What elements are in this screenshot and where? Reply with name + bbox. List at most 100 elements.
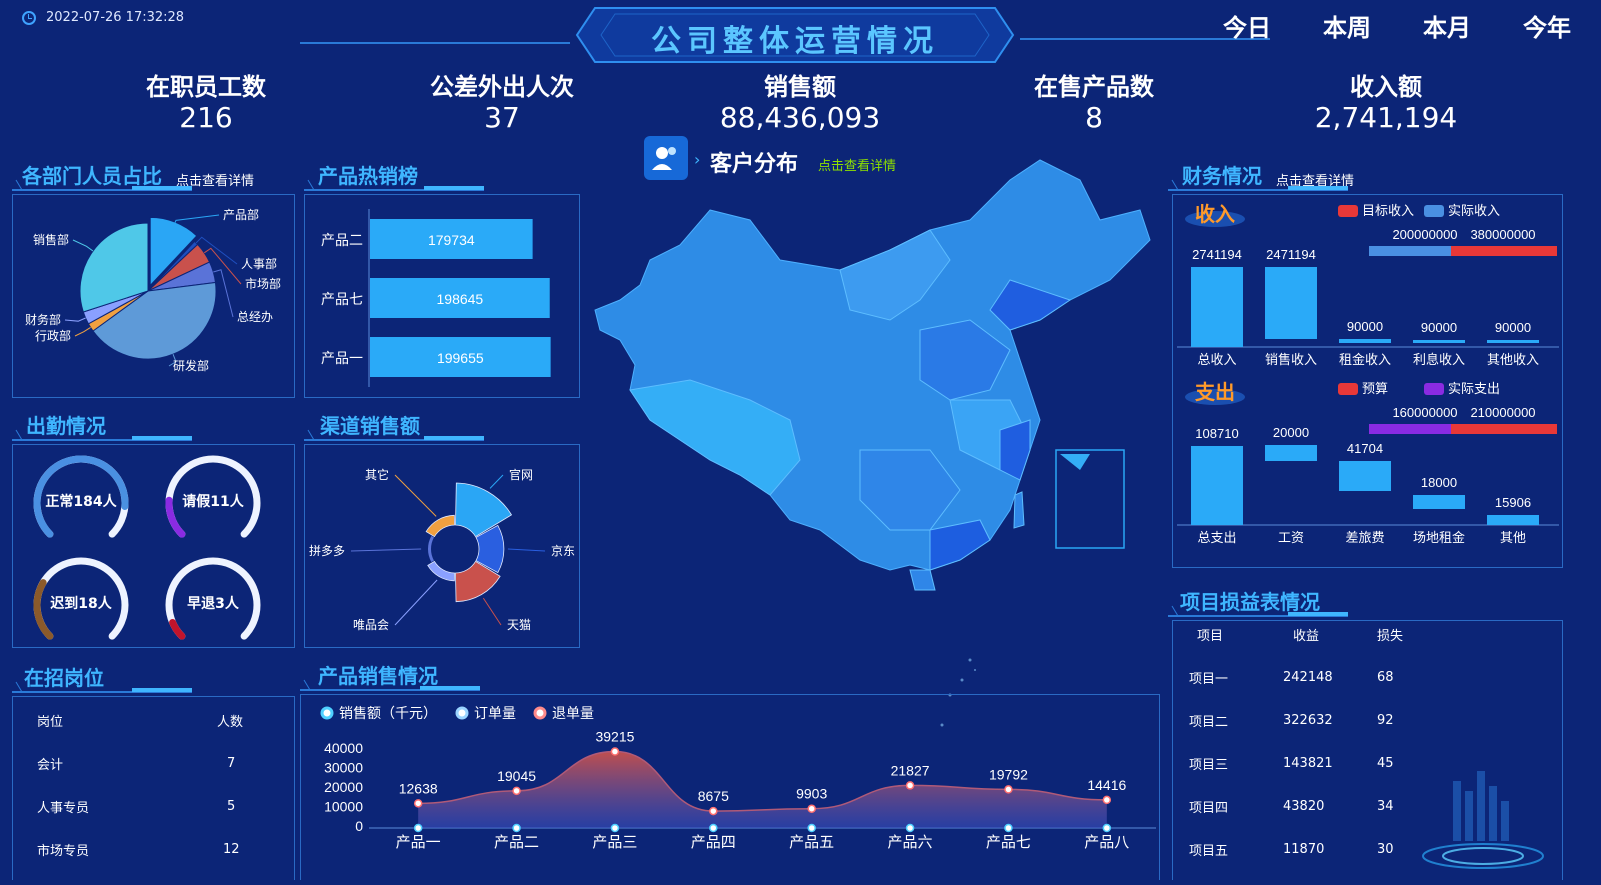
bar-value-label: 90000: [1347, 319, 1383, 334]
cell: 市场专员: [37, 844, 90, 859]
rose-leader: [394, 474, 437, 517]
order-point[interactable]: [1102, 823, 1112, 833]
bar[interactable]: [1265, 267, 1317, 339]
cell: 30: [1377, 842, 1394, 857]
kpi-label: 收入额: [1350, 73, 1422, 101]
attendance-panel: 正常184人 请假11人 迟到18人 早退3人: [12, 444, 295, 648]
tab-month[interactable]: 本月: [1423, 8, 1471, 43]
projects-panel: 项目 收益 损失 项目一 242148 68 项目二 322632 92 项目三…: [1172, 620, 1563, 880]
rose-slice[interactable]: [427, 560, 455, 582]
pie-label: 研发部: [173, 358, 209, 373]
order-point[interactable]: [1004, 823, 1013, 833]
tab-week[interactable]: 本周: [1323, 8, 1371, 43]
gauge-fill: [169, 618, 186, 640]
order-point[interactable]: [807, 823, 816, 833]
sales-panel: 销售额（千元） 订单量 退单量 40000 30000 20000 10000 0 12638 产…: [300, 694, 1160, 880]
china-map[interactable]: [590, 150, 1160, 750]
rose-label: 拼多多: [309, 544, 345, 558]
table-row: 会计 7: [37, 742, 277, 785]
bar-category: 租金收入: [1339, 352, 1391, 367]
bar-value-label: 198645: [437, 291, 484, 307]
cell: 143821: [1283, 756, 1333, 771]
cell: 45: [1377, 756, 1394, 771]
rose-label: 天猫: [507, 618, 531, 632]
bar[interactable]: [1413, 340, 1465, 343]
order-point[interactable]: [413, 823, 423, 833]
bar[interactable]: [1487, 340, 1539, 343]
sales-point[interactable]: [413, 799, 423, 808]
rose-slice[interactable]: [428, 535, 434, 563]
bar[interactable]: [1413, 495, 1465, 509]
bar[interactable]: [1339, 461, 1391, 491]
header-cell: 收益: [1293, 629, 1320, 644]
bar-category: 场地租金: [1413, 530, 1465, 545]
sales-point[interactable]: [512, 786, 521, 796]
datetime-text: 2022-07-26 17:32:28: [46, 10, 185, 25]
cell: 人事专员: [37, 801, 90, 816]
cell: 7: [227, 756, 236, 771]
bar[interactable]: [1339, 339, 1391, 343]
order-point[interactable]: [610, 823, 620, 833]
rose-label: 京东: [551, 544, 575, 558]
rose-leader: [394, 579, 438, 626]
bar[interactable]: [1191, 446, 1243, 525]
tab-today[interactable]: 今日: [1223, 8, 1271, 43]
sales-value-label: 21827: [891, 762, 930, 778]
sales-point[interactable]: [905, 781, 915, 790]
bar-category: 其他收入: [1487, 352, 1539, 367]
sales-point[interactable]: [1102, 795, 1112, 805]
rose-slice[interactable]: [455, 482, 513, 538]
dept-panel: 产品部 人事部 市场部 总经办 研发部 行政部 财务部 销售部: [12, 194, 295, 398]
legend-label: 预算: [1362, 381, 1388, 396]
pie-label: 总经办: [237, 309, 273, 324]
table-row: 项目二 322632 92: [1189, 699, 1449, 742]
target-label: 200000000: [1392, 227, 1457, 242]
bar-category: 产品一: [321, 350, 363, 366]
cell: 项目四: [1189, 801, 1229, 816]
bar[interactable]: [1191, 267, 1243, 347]
cell: 68: [1377, 670, 1394, 685]
y-tick-label: 30000: [324, 760, 363, 776]
sales-point[interactable]: [709, 806, 718, 816]
sales-value-label: 19045: [497, 768, 536, 784]
bar-value-label: 18000: [1421, 475, 1457, 490]
sales-value-label: 39215: [595, 729, 634, 745]
sales-point[interactable]: [807, 804, 816, 813]
datetime: 2022-07-26 17:32:28: [22, 10, 184, 25]
bar-category: 总收入: [1197, 352, 1236, 367]
gauge-leave: 请假11人: [163, 453, 263, 553]
section-deco: [1168, 179, 1348, 191]
sales-point[interactable]: [1004, 785, 1013, 794]
sales-value-label: 9903: [796, 786, 827, 802]
table-header: 项目 收益 损失: [1189, 613, 1449, 656]
target-label: 160000000: [1392, 405, 1457, 420]
kpi-label: 在售产品数: [1034, 73, 1154, 101]
legend-marker: [1338, 205, 1358, 217]
tab-year[interactable]: 今年: [1523, 8, 1571, 43]
x-tick-label: 产品六: [888, 834, 933, 851]
jobs-panel: 岗位 人数 会计 7 人事专员 5 市场专员 12: [12, 696, 295, 880]
legend-marker: [455, 706, 469, 720]
bar[interactable]: [1265, 445, 1317, 461]
bar[interactable]: [1487, 515, 1539, 525]
sales-point[interactable]: [610, 747, 620, 756]
pie-label: 财务部: [25, 312, 61, 327]
header-cell: 人数: [217, 715, 244, 730]
pie-label: 行政部: [35, 328, 71, 343]
rose-slice[interactable]: [425, 514, 455, 538]
order-point[interactable]: [512, 823, 521, 833]
pie-label: 产品部: [223, 207, 259, 222]
order-point[interactable]: [905, 823, 915, 833]
cell: 322632: [1283, 713, 1333, 728]
page-title: 公司整体运营情况: [651, 24, 939, 59]
order-point[interactable]: [709, 823, 718, 833]
header-cell: 岗位: [37, 715, 64, 730]
cell: 项目二: [1189, 715, 1229, 730]
finance-panel: 收入 目标收入 实际收入 200000000 380000000 2741194 总收入 24…: [1172, 194, 1563, 568]
cell: 12: [223, 842, 240, 857]
gauge-late: 迟到18人: [31, 555, 131, 655]
y-tick-label: 40000: [324, 740, 363, 756]
channel-rose-chart: 官网京东天猫 唯品会 拼多多 其它: [309, 467, 575, 632]
section-deco: [12, 429, 192, 441]
x-tick-label: 产品三: [592, 834, 637, 851]
